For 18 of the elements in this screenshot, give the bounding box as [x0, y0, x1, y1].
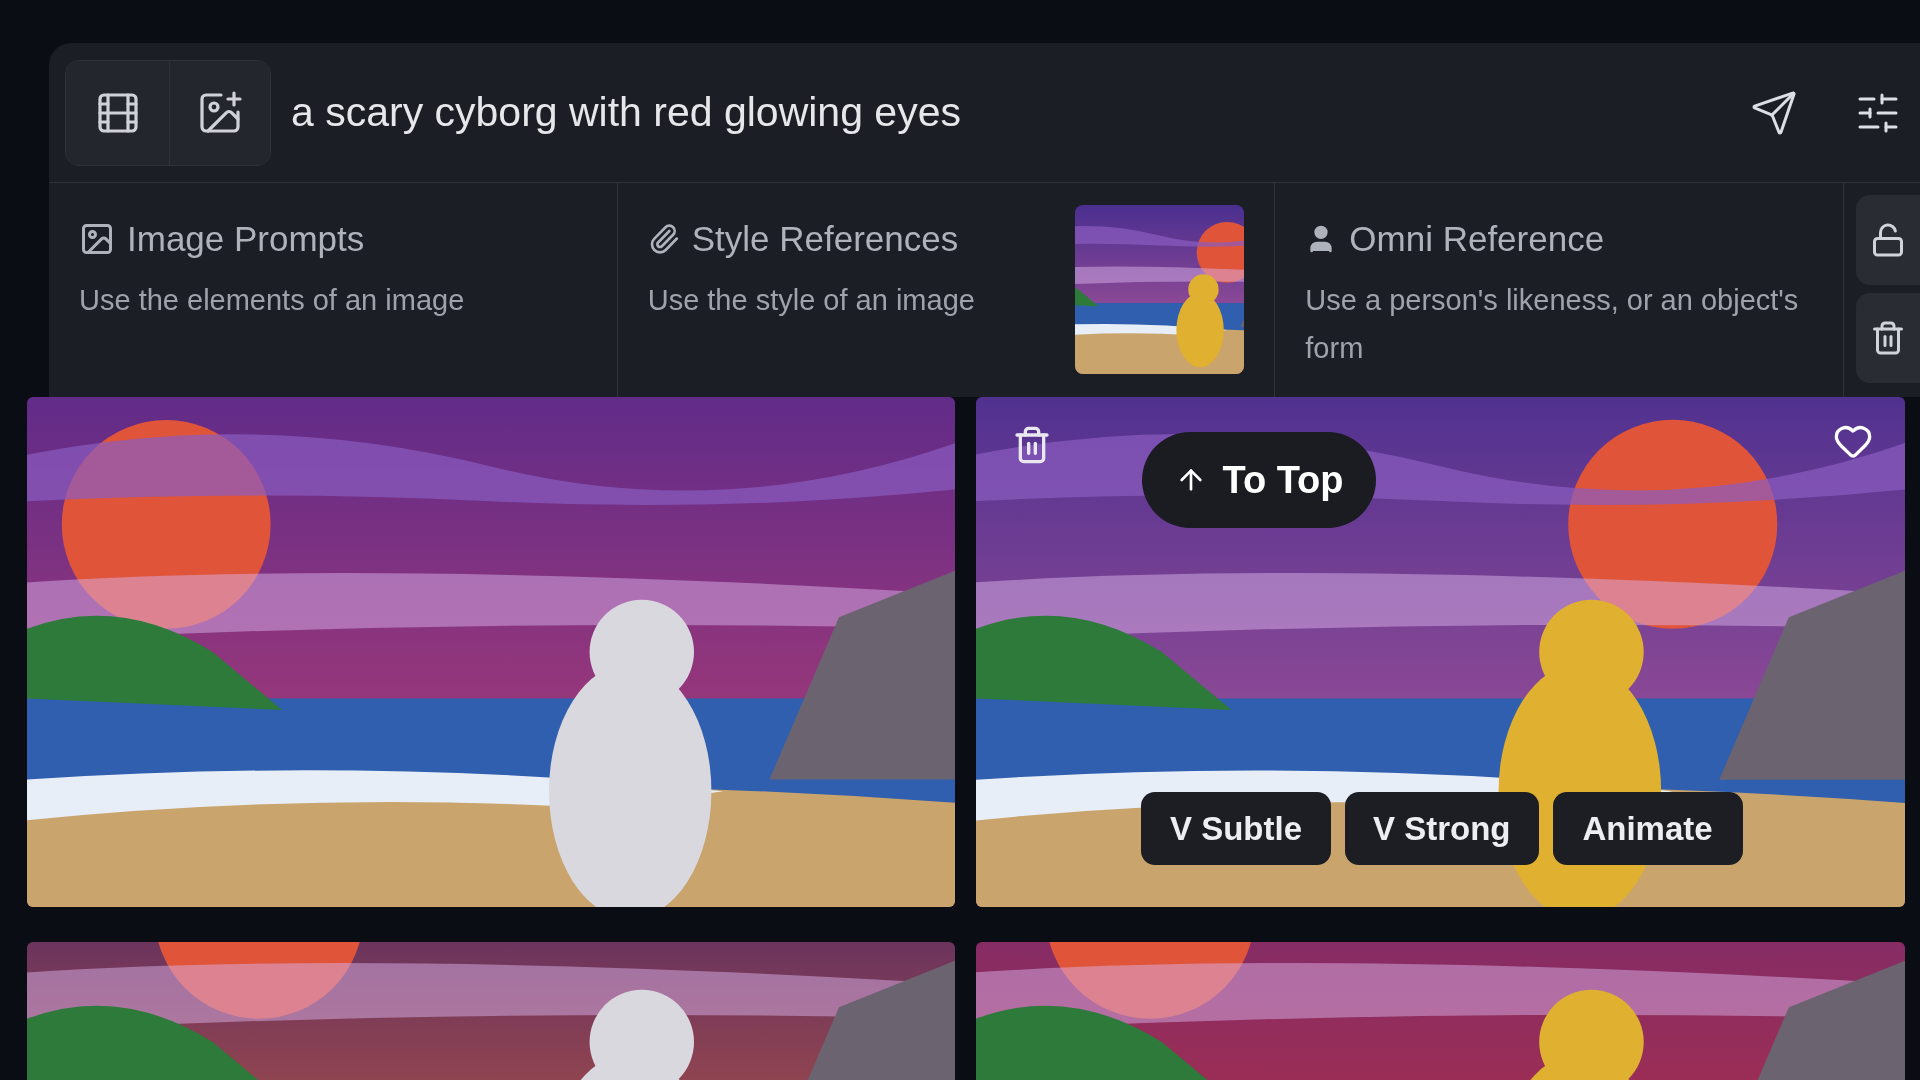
add-image-button[interactable]: [170, 60, 270, 165]
reference-description: Use a person's likeness, or an object's form: [1305, 282, 1800, 366]
prompt-field[interactable]: a scary cyborg with red glowing eyes: [291, 81, 1742, 144]
reference-title: Image Prompts: [127, 218, 365, 260]
lock-button[interactable]: [1856, 195, 1920, 285]
action-button[interactable]: V Subtle: [1141, 792, 1331, 865]
reference-option[interactable]: Style References Use the style of an image: [617, 183, 1276, 397]
reference-description: Use the elements of an image: [79, 282, 466, 318]
reference-title: Style References: [691, 218, 959, 260]
action-button[interactable]: V Strong: [1345, 792, 1539, 865]
to-top-button[interactable]: To Top: [1142, 432, 1376, 528]
reference-description: Use the style of an image: [647, 282, 976, 318]
trash-icon: [1870, 320, 1906, 356]
delete-button[interactable]: [1856, 293, 1920, 383]
action-button[interactable]: Animate: [1552, 792, 1743, 865]
reference-title: Omni Reference: [1349, 218, 1605, 260]
video-mode-button[interactable]: [66, 60, 170, 165]
unlock-icon: [1870, 222, 1906, 258]
